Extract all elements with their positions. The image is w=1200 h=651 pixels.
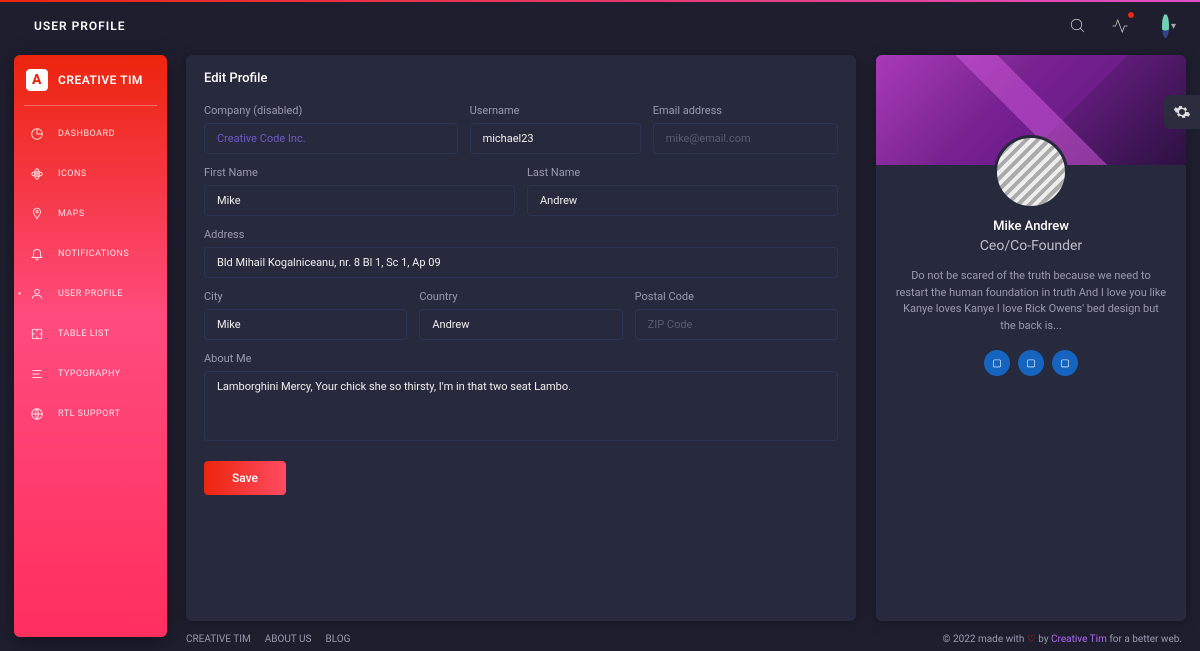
creative-tim-link[interactable]: Creative Tim (1051, 634, 1107, 645)
sidebar: A CREATIVE TIM DASHBOARD ICONS MAPS NOTIFIC… (14, 55, 167, 637)
footer-link[interactable]: ABOUT US (265, 634, 312, 645)
address-input[interactable] (204, 247, 838, 278)
sidebar-item-rtl-support[interactable]: RTL SUPPORT (14, 394, 167, 434)
user-icon (28, 285, 46, 303)
form-title: Edit Profile (204, 71, 838, 86)
bell-icon (28, 245, 46, 263)
atom-icon (28, 165, 46, 183)
about-label: About Me (204, 352, 838, 365)
footer-link[interactable]: CREATIVE TIM (186, 634, 251, 645)
email-input[interactable] (653, 123, 838, 154)
globe-icon (28, 405, 46, 423)
edit-profile-card: Edit Profile Company (disabled) Username… (186, 55, 856, 621)
sidebar-item-dashboard[interactable]: DASHBOARD (14, 114, 167, 154)
profile-bio: Do not be scared of the truth because we… (894, 268, 1168, 334)
sidebar-item-label: MAPS (58, 209, 85, 219)
brand[interactable]: A CREATIVE TIM (14, 55, 167, 105)
gear-icon (1173, 103, 1191, 121)
last-name-label: Last Name (527, 166, 838, 179)
profile-card: Mike Andrew Ceo/Co-Founder Do not be sca… (876, 55, 1186, 621)
sidebar-item-table-list[interactable]: TABLE LIST (14, 314, 167, 354)
city-label: City (204, 290, 407, 303)
notification-dot (1128, 12, 1134, 18)
search-button[interactable] (1064, 12, 1092, 40)
avatar (1162, 14, 1169, 38)
copyright: © 2022 made with ♡ by Creative Tim for a… (943, 634, 1182, 645)
footer-link[interactable]: BLOG (325, 634, 350, 645)
brand-logo: A (26, 69, 48, 91)
sidebar-item-typography[interactable]: TYPOGRAPHY (14, 354, 167, 394)
topbar: USER PROFILE ▾ (0, 2, 1200, 50)
country-label: Country (419, 290, 622, 303)
sidebar-item-user-profile[interactable]: USER PROFILE (14, 274, 167, 314)
social-google[interactable]: ▢ (1052, 350, 1078, 376)
user-menu[interactable]: ▾ (1148, 12, 1176, 40)
sidebar-item-label: USER PROFILE (58, 289, 123, 299)
sidebar-item-label: TYPOGRAPHY (58, 369, 121, 379)
save-button[interactable]: Save (204, 461, 286, 495)
postal-label: Postal Code (635, 290, 838, 303)
align-icon (28, 365, 46, 383)
chart-pie-icon (28, 125, 46, 143)
about-textarea[interactable] (204, 371, 838, 441)
brand-label: CREATIVE TIM (58, 73, 143, 87)
page-title: USER PROFILE (34, 19, 125, 33)
sidebar-item-label: TABLE LIST (58, 329, 110, 339)
footer: CREATIVE TIM ABOUT US BLOG © 2022 made wit… (186, 634, 1182, 645)
chevron-down-icon: ▾ (1171, 21, 1176, 32)
profile-name: Mike Andrew (894, 219, 1168, 234)
username-input[interactable] (470, 123, 641, 154)
social-twitter[interactable]: ▢ (1018, 350, 1044, 376)
email-label: Email address (653, 104, 838, 117)
country-input[interactable] (419, 309, 622, 340)
postal-input[interactable] (635, 309, 838, 340)
profile-avatar[interactable] (994, 135, 1068, 209)
sidebar-item-maps[interactable]: MAPS (14, 194, 167, 234)
pin-icon (28, 205, 46, 223)
puzzle-icon (28, 325, 46, 343)
sidebar-item-label: NOTIFICATIONS (58, 249, 129, 259)
search-icon (1069, 17, 1087, 35)
social-facebook[interactable]: ▢ (984, 350, 1010, 376)
first-name-input[interactable] (204, 185, 515, 216)
sidebar-item-icons[interactable]: ICONS (14, 154, 167, 194)
notifications-button[interactable] (1106, 12, 1134, 40)
activity-icon (1111, 17, 1129, 35)
sidebar-item-label: DASHBOARD (58, 129, 115, 139)
sidebar-item-notifications[interactable]: NOTIFICATIONS (14, 234, 167, 274)
address-label: Address (204, 228, 838, 241)
last-name-input[interactable] (527, 185, 838, 216)
profile-role: Ceo/Co-Founder (894, 238, 1168, 254)
first-name-label: First Name (204, 166, 515, 179)
city-input[interactable] (204, 309, 407, 340)
sidebar-item-label: RTL SUPPORT (58, 409, 120, 419)
heart-icon: ♡ (1027, 634, 1036, 645)
sidebar-item-label: ICONS (58, 169, 87, 179)
company-input (204, 123, 458, 154)
company-label: Company (disabled) (204, 104, 458, 117)
username-label: Username (470, 104, 641, 117)
settings-fab[interactable] (1164, 95, 1200, 129)
